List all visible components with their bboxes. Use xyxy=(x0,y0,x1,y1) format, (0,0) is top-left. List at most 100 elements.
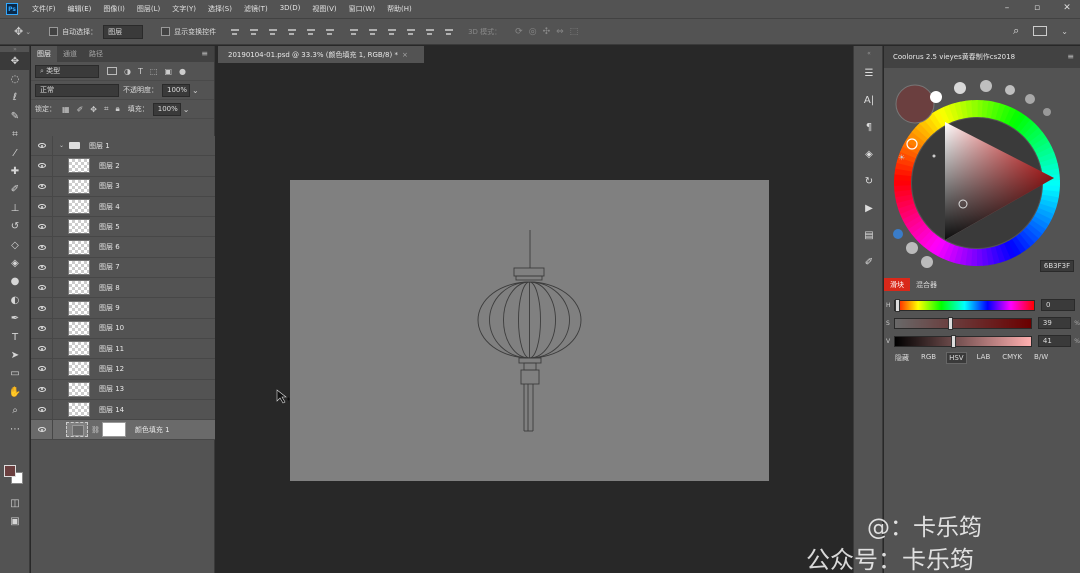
align-vcenter-icon[interactable] xyxy=(249,27,259,37)
close-document-icon[interactable]: × xyxy=(402,51,408,59)
layer-row[interactable]: 图层 9 xyxy=(31,298,215,319)
quick-mask-icon[interactable]: ◫ xyxy=(0,494,30,512)
filter-type-icon[interactable]: T xyxy=(138,67,143,76)
auto-select-dropdown[interactable]: 图层 xyxy=(103,24,144,39)
visibility-toggle[interactable] xyxy=(31,136,53,156)
show-transform-checkbox[interactable] xyxy=(161,27,171,36)
distribute-bottom-icon[interactable] xyxy=(387,27,397,37)
screen-mode-icon[interactable]: ▣ xyxy=(0,512,30,530)
crop-tool-icon[interactable]: ⌗ xyxy=(0,126,30,144)
3d-rotate-icon[interactable]: ⟳ xyxy=(515,27,523,37)
eyedropper-tool-icon[interactable]: ⁄ xyxy=(0,144,30,162)
layer-row[interactable]: 图层 4 xyxy=(31,196,215,218)
3d-drag-icon[interactable]: ✣ xyxy=(543,27,551,37)
menu-item[interactable]: 帮助(H) xyxy=(387,4,412,14)
visibility-toggle[interactable] xyxy=(31,217,53,237)
filter-toggle-icon[interactable]: ● xyxy=(179,67,186,76)
document-canvas[interactable] xyxy=(290,180,769,481)
layer-row[interactable]: 图层 2 xyxy=(31,156,215,177)
slider-handle[interactable] xyxy=(895,298,900,312)
visibility-toggle[interactable] xyxy=(31,359,53,379)
color-mode-tab[interactable]: 混合器 xyxy=(910,278,943,291)
dock-collapse-icon[interactable]: « xyxy=(854,46,884,60)
visibility-toggle[interactable] xyxy=(31,379,53,399)
color-panel-menu-icon[interactable]: ≡ xyxy=(1067,52,1074,61)
workspace-chevron-icon[interactable]: ⌄ xyxy=(1061,27,1068,36)
layer-row[interactable]: 图层 13 xyxy=(31,379,215,400)
shape-tool-icon[interactable]: ▭ xyxy=(0,365,30,383)
close-window-button[interactable]: ✕ xyxy=(1062,2,1072,14)
lock-all-icon[interactable]: 🔒︎ xyxy=(115,104,119,114)
brushes-panel-icon[interactable]: ✐ xyxy=(854,249,884,276)
filter-smartobject-icon[interactable]: ▣ xyxy=(164,67,172,76)
color-mode-tab[interactable]: 滑块 xyxy=(884,278,910,291)
visibility-toggle[interactable] xyxy=(31,156,53,176)
move-tool-icon[interactable]: ✥ xyxy=(14,25,23,38)
align-left-icon[interactable] xyxy=(287,27,297,37)
visibility-toggle[interactable] xyxy=(31,399,53,420)
filter-pixel-icon[interactable] xyxy=(107,67,117,75)
adjustments-panel-icon[interactable]: ◈ xyxy=(854,141,884,168)
hand-tool-icon[interactable]: ✋ xyxy=(0,383,30,401)
slider-handle[interactable] xyxy=(950,334,956,348)
distribute-left-icon[interactable] xyxy=(406,27,416,37)
lock-transparent-icon[interactable]: ▦ xyxy=(62,105,70,114)
workspace-icon[interactable] xyxy=(1033,26,1048,36)
distribute-right-icon[interactable] xyxy=(444,27,454,37)
visibility-toggle[interactable] xyxy=(31,257,53,278)
paragraph-panel-icon[interactable]: ¶ xyxy=(854,114,884,141)
color-model-tab[interactable]: HSV xyxy=(946,352,967,364)
color-wheel[interactable]: ☀ xyxy=(884,68,1080,278)
clone-stamp-icon[interactable]: ⊥ xyxy=(0,199,30,217)
layer-row[interactable]: 图层 6 xyxy=(31,237,215,258)
layers-tab[interactable]: 图层 xyxy=(31,46,57,62)
lock-artboard-icon[interactable]: ⌗ xyxy=(104,104,109,114)
quick-select-tool-icon[interactable]: ✎ xyxy=(0,107,30,125)
visibility-toggle[interactable] xyxy=(31,278,53,298)
menu-item[interactable]: 3D(D) xyxy=(280,4,301,14)
eraser-tool-icon[interactable]: ◇ xyxy=(0,236,30,254)
layers-tab[interactable]: 路径 xyxy=(83,46,109,62)
pen-tool-icon[interactable]: ✒ xyxy=(0,309,30,327)
hex-value-field[interactable]: 6B3F3F xyxy=(1040,260,1074,272)
slider-track[interactable] xyxy=(893,316,1032,330)
minimize-button[interactable]: – xyxy=(1002,2,1012,14)
group-expand-icon[interactable]: ⌄ xyxy=(59,142,64,149)
menu-item[interactable]: 窗口(W) xyxy=(349,4,375,14)
distribute-hcenter-icon[interactable] xyxy=(425,27,435,37)
paint-bucket-icon[interactable]: ◈ xyxy=(0,254,30,272)
healing-brush-icon[interactable]: ✚ xyxy=(0,162,30,180)
menu-item[interactable]: 选择(S) xyxy=(208,4,232,14)
lock-position-icon[interactable]: ✥ xyxy=(90,105,97,114)
tool-preset-chevron-icon[interactable]: ⌄ xyxy=(25,28,31,36)
align-top-icon[interactable] xyxy=(230,27,240,37)
menu-item[interactable]: 图层(L) xyxy=(137,4,160,14)
layer-row[interactable]: 图层 11 xyxy=(31,338,215,360)
3d-roll-icon[interactable]: ◎ xyxy=(529,27,537,37)
menu-item[interactable]: 图像(I) xyxy=(103,4,125,14)
visibility-toggle[interactable] xyxy=(31,420,53,440)
actions-panel-icon[interactable]: ▶ xyxy=(854,195,884,222)
visibility-toggle[interactable] xyxy=(31,196,53,217)
marquee-tool-icon[interactable]: ◌ xyxy=(0,70,30,88)
layer-row[interactable]: 图层 8 xyxy=(31,278,215,299)
menu-item[interactable]: 文件(F) xyxy=(32,4,56,14)
align-right-icon[interactable] xyxy=(325,27,335,37)
menu-item[interactable]: 编辑(E) xyxy=(68,4,92,14)
visibility-toggle[interactable] xyxy=(31,338,53,359)
align-bottom-icon[interactable] xyxy=(268,27,278,37)
layer-row[interactable]: 图层 3 xyxy=(31,176,215,197)
dodge-tool-icon[interactable]: ◐ xyxy=(0,291,30,309)
character-panel-icon[interactable]: A| xyxy=(854,87,884,114)
opacity-field[interactable]: 100% xyxy=(162,83,190,97)
menu-item[interactable]: 滤镜(T) xyxy=(244,4,268,14)
filter-adjustment-icon[interactable]: ◑ xyxy=(124,67,131,76)
fill-chevron-icon[interactable]: ⌄ xyxy=(183,105,190,114)
maximize-button[interactable]: ▫ xyxy=(1032,2,1042,14)
layer-row[interactable]: 图层 7 xyxy=(31,257,215,279)
layer-filter-dropdown[interactable]: ⌕ 类型 xyxy=(35,64,99,78)
color-model-tab[interactable]: CMYK xyxy=(1000,352,1024,364)
properties-panel-icon[interactable]: ☰ xyxy=(854,60,884,87)
fill-field[interactable]: 100% xyxy=(152,102,181,116)
slider-track[interactable] xyxy=(893,334,1032,348)
